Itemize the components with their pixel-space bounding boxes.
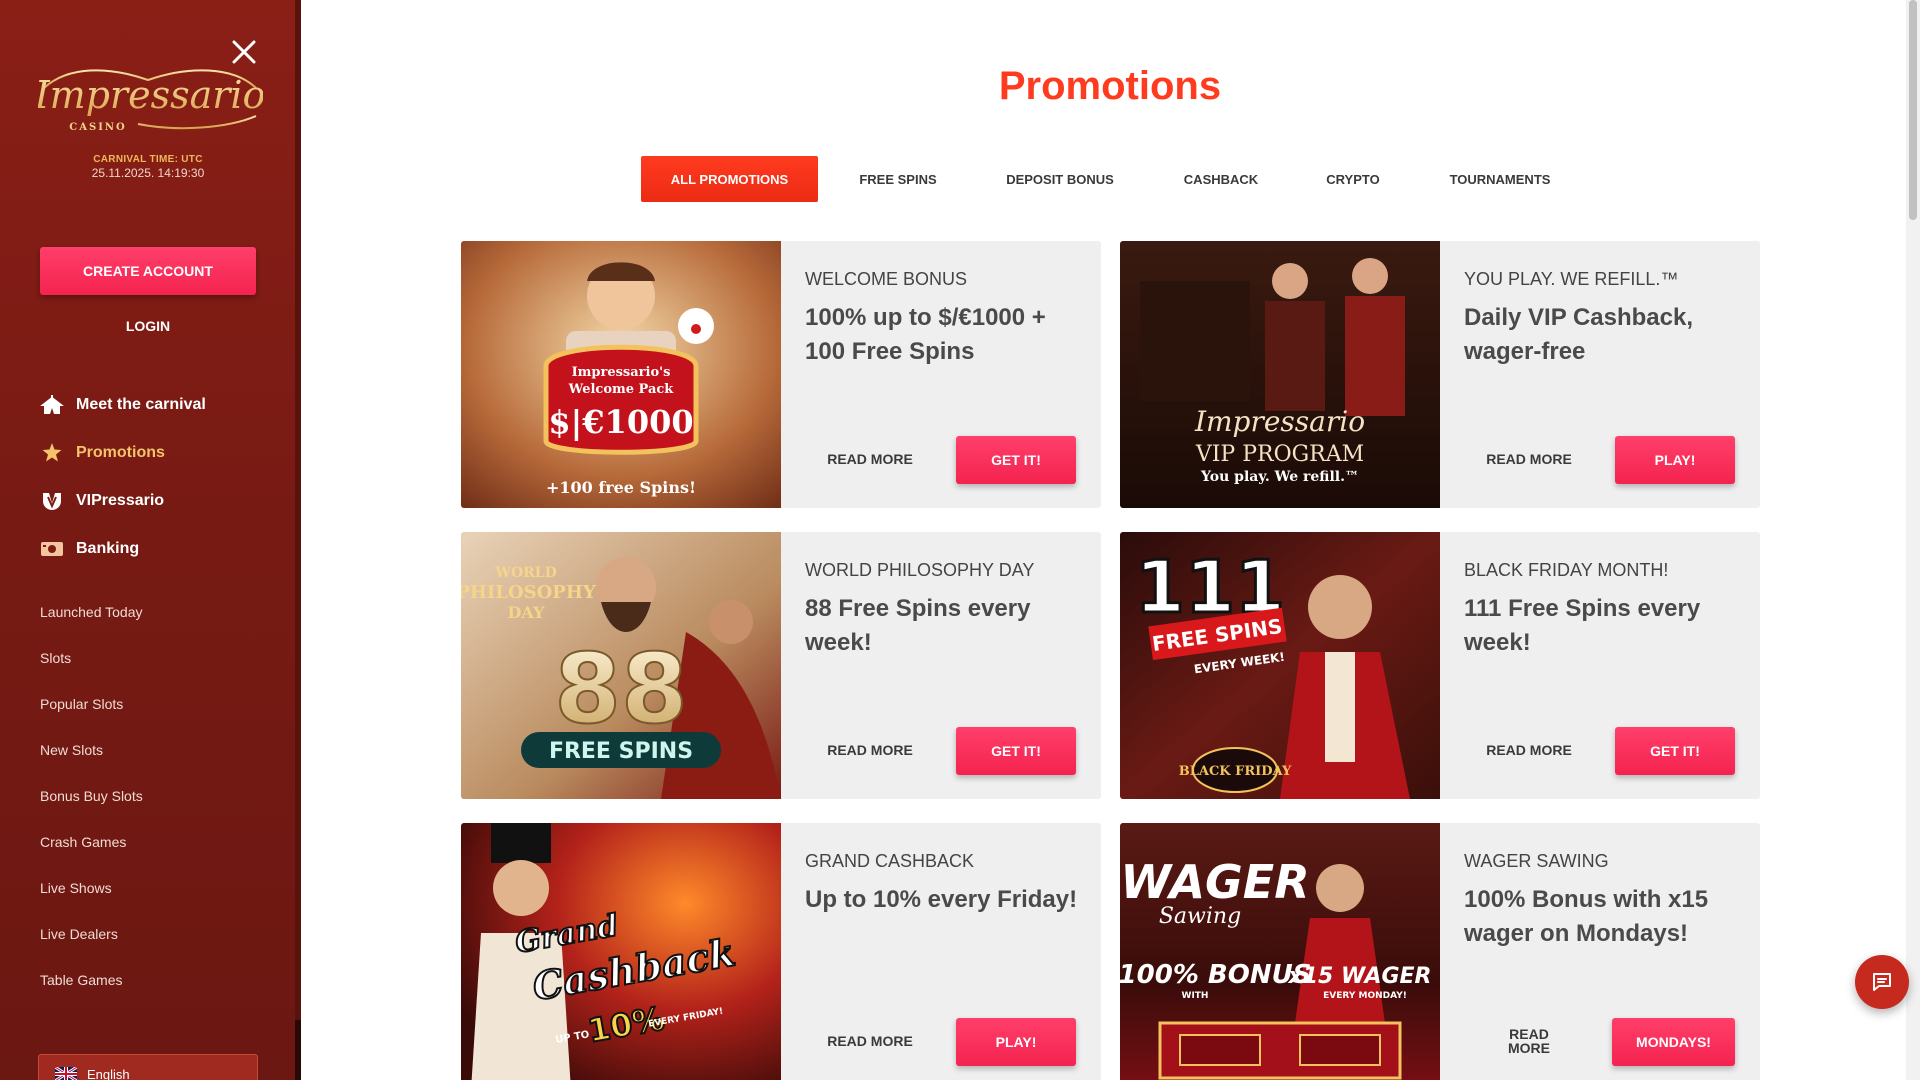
page-scrollbar[interactable]: [1906, 0, 1920, 1080]
svg-text:Sawing: Sawing: [1159, 904, 1241, 929]
svg-text:PHILOSOPHY: PHILOSOPHY: [461, 582, 597, 603]
promo-title: Up to 10% every Friday!: [805, 886, 1078, 913]
circus-tent-icon: [40, 393, 64, 417]
promo-title: 100% Bonus with x15 wager on Mondays!: [1464, 886, 1709, 947]
svg-text:100% BONUS: 100% BONUS: [1120, 960, 1311, 990]
sidebar-link-launched-today[interactable]: Launched Today: [40, 604, 143, 620]
svg-text:FREE SPINS: FREE SPINS: [549, 739, 693, 764]
promo-image-black-friday[interactable]: 111 FREE SPINS EVERY WEEK! BLACK FRIDAY: [1120, 532, 1440, 799]
star-badge-icon: [40, 441, 64, 465]
tab-deposit-bonus[interactable]: DEPOSIT BONUS: [986, 156, 1134, 202]
promo-image-welcome-pack[interactable]: Impressario's Welcome Pack $|€1000 +100 …: [461, 241, 781, 508]
sidebar-item-label: Meet the carnival: [76, 396, 206, 413]
svg-text:WAGER: WAGER: [1120, 855, 1309, 909]
svg-text:CASINO: CASINO: [69, 122, 126, 133]
svg-text:EVERY MONDAY!: EVERY MONDAY!: [1323, 991, 1407, 1001]
promo-card-vip-cashback: Impressario VIP PROGRAM You play. We ref…: [1120, 241, 1760, 508]
promo-card-black-friday: 111 FREE SPINS EVERY WEEK! BLACK FRIDAY …: [1120, 532, 1760, 799]
read-more-link[interactable]: READ MORE: [805, 452, 935, 466]
promo-title: Daily VIP Cashback, wager-free: [1464, 304, 1694, 365]
sidebar-item-label: Banking: [76, 540, 140, 557]
promo-image-wager-sawing[interactable]: WAGER Sawing 100% BONUS WITH x15 WAGER E…: [1120, 823, 1440, 1080]
vip-crest-icon: [40, 489, 64, 513]
sidebar-link-new-slots[interactable]: New Slots: [40, 742, 103, 758]
read-more-link[interactable]: READ MORE: [805, 1034, 935, 1048]
get-it-button[interactable]: GET IT!: [1615, 727, 1735, 775]
sidebar-item-banking[interactable]: Banking: [40, 535, 139, 563]
read-more-link[interactable]: READ MORE: [1464, 743, 1594, 757]
tab-free-spins[interactable]: FREE SPINS: [838, 156, 958, 202]
svg-text:Welcome Pack: Welcome Pack: [568, 382, 675, 397]
promo-category: YOU PLAY. WE REFILL.™: [1464, 269, 1679, 289]
promo-category: GRAND CASHBACK: [805, 851, 975, 871]
svg-text:88: 88: [554, 633, 688, 745]
promo-category: WAGER SAWING: [1464, 851, 1609, 871]
promo-card-world-philosophy-day: WORLD PHILOSOPHY DAY 88 FREE SPINS WORLD…: [461, 532, 1101, 799]
page-scrollbar-thumb[interactable]: [1909, 0, 1917, 220]
chat-button[interactable]: [1855, 955, 1909, 1009]
logo[interactable]: Impressario CASINO: [34, 58, 265, 136]
sidebar-link-live-dealers[interactable]: Live Dealers: [40, 926, 118, 942]
promo-title: 111 Free Spins every week!: [1464, 595, 1701, 656]
language-select[interactable]: English: [38, 1054, 258, 1080]
svg-text:WORLD: WORLD: [494, 565, 557, 581]
promo-image-vip-program[interactable]: Impressario VIP PROGRAM You play. We ref…: [1120, 241, 1440, 508]
language-label: English: [87, 1066, 130, 1080]
sidebar-link-table-games[interactable]: Table Games: [40, 972, 122, 988]
sidebar-scrollbar-thumb[interactable]: [295, 1020, 301, 1080]
read-more-link[interactable]: READ MORE: [1464, 1027, 1594, 1055]
svg-text:WITH: WITH: [1182, 991, 1209, 1001]
get-it-button[interactable]: GET IT!: [956, 436, 1076, 484]
sidebar-link-crash-games[interactable]: Crash Games: [40, 834, 126, 850]
svg-text:VIP PROGRAM: VIP PROGRAM: [1195, 442, 1364, 467]
svg-text:You play. We refill.™: You play. We refill.™: [1200, 469, 1359, 485]
page-title: Promotions: [998, 64, 1222, 108]
sidebar-item-label: VIPressario: [76, 492, 165, 509]
chat-icon: [1873, 973, 1891, 991]
promo-category: WELCOME BONUS: [805, 269, 968, 289]
read-more-line: MORE: [1508, 1040, 1550, 1056]
tab-all-promotions[interactable]: ALL PROMOTIONS: [641, 156, 818, 202]
promo-title: 88 Free Spins every week!: [805, 595, 1031, 656]
svg-text:Impressario: Impressario: [1194, 405, 1365, 438]
sidebar-link-live-shows[interactable]: Live Shows: [40, 880, 112, 896]
uk-flag-icon: [54, 1065, 78, 1080]
promo-image-grand-cashback[interactable]: Grand Cashback UP TO 10% EVERY FRIDAY!: [461, 823, 781, 1080]
svg-text:+100 free Spins!: +100 free Spins!: [546, 478, 696, 497]
promo-image-philosophy-day[interactable]: WORLD PHILOSOPHY DAY 88 FREE SPINS: [461, 532, 781, 799]
sidebar-link-popular-slots[interactable]: Popular Slots: [40, 696, 123, 712]
promo-card-wager-sawing: WAGER Sawing 100% BONUS WITH x15 WAGER E…: [1120, 823, 1760, 1080]
promo-card-welcome-bonus: Impressario's Welcome Pack $|€1000 +100 …: [461, 241, 1101, 508]
create-account-button[interactable]: CREATE ACCOUNT: [40, 247, 256, 295]
promotion-tabs: ALL PROMOTIONS FREE SPINS DEPOSIT BONUS …: [0, 156, 1920, 202]
promo-category: BLACK FRIDAY MONTH!: [1464, 560, 1669, 580]
promo-category: WORLD PHILOSOPHY DAY: [805, 560, 1035, 580]
tab-cashback[interactable]: CASHBACK: [1160, 156, 1282, 202]
mondays-button[interactable]: MONDAYS!: [1612, 1018, 1735, 1066]
play-button[interactable]: PLAY!: [956, 1018, 1076, 1066]
svg-text:Impressario's: Impressario's: [572, 365, 671, 380]
tab-tournaments[interactable]: TOURNAMENTS: [1426, 156, 1574, 202]
sidebar-link-bonus-buy-slots[interactable]: Bonus Buy Slots: [40, 788, 143, 804]
svg-text:DAY: DAY: [508, 603, 545, 622]
promo-title: 100% up to $/€1000 + 100 Free Spins: [805, 304, 1046, 365]
promo-card-grand-cashback: Grand Cashback UP TO 10% EVERY FRIDAY! G…: [461, 823, 1101, 1080]
read-more-link[interactable]: READ MORE: [805, 743, 935, 757]
play-button[interactable]: PLAY!: [1615, 436, 1735, 484]
sidebar-item-vipressario[interactable]: VIPressario: [40, 487, 164, 515]
svg-text:x15 WAGER: x15 WAGER: [1288, 964, 1432, 989]
get-it-button[interactable]: GET IT!: [956, 727, 1076, 775]
sidebar-item-promotions[interactable]: Promotions: [40, 439, 165, 467]
svg-text:BLACK FRIDAY: BLACK FRIDAY: [1179, 764, 1292, 779]
sidebar-item-label: Promotions: [76, 444, 165, 461]
sidebar-item-meet-the-carnival[interactable]: Meet the carnival: [40, 391, 206, 419]
read-more-link[interactable]: READ MORE: [1464, 452, 1594, 466]
svg-text:Impressario: Impressario: [38, 73, 263, 117]
login-link[interactable]: LOGIN: [40, 318, 256, 334]
cash-icon: [40, 537, 64, 561]
svg-text:$|€1000: $|€1000: [548, 403, 693, 441]
sidebar-link-slots[interactable]: Slots: [40, 650, 71, 666]
tab-crypto[interactable]: CRYPTO: [1306, 156, 1400, 202]
